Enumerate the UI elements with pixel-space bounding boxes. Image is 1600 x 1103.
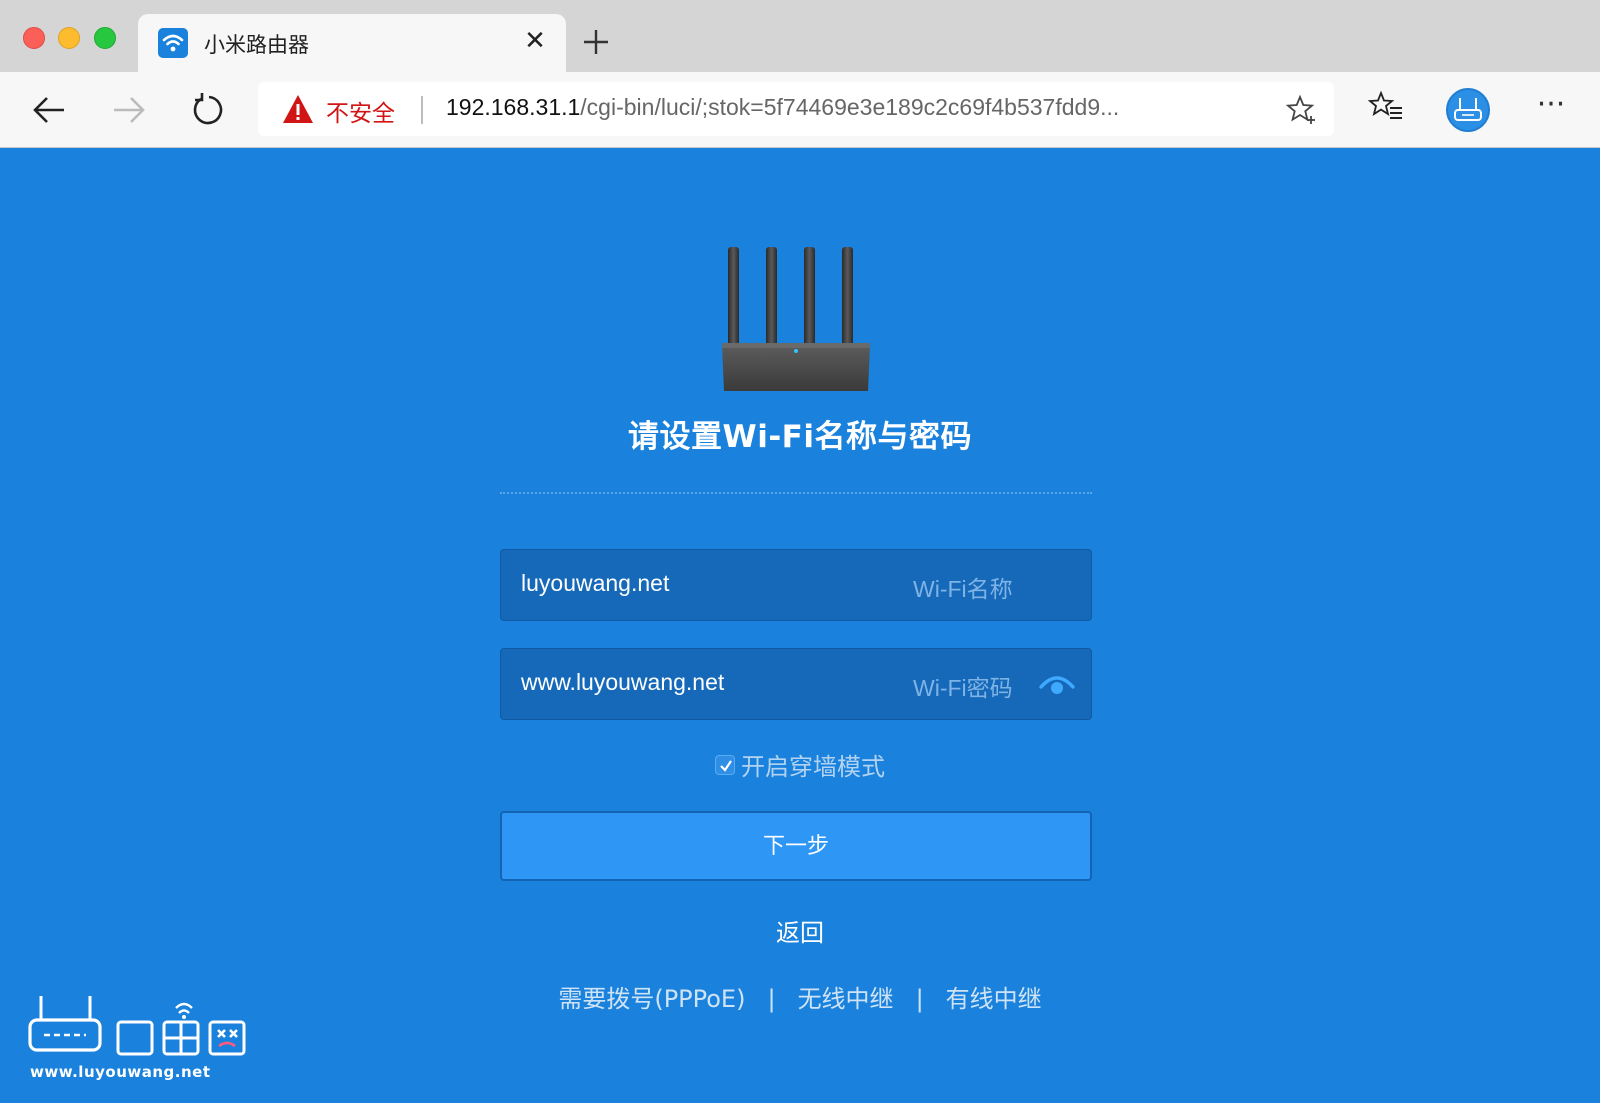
wall-mode-checkbox[interactable] <box>715 754 735 775</box>
wifi-name-label: Wi-Fi名称 <box>913 576 1013 602</box>
window-close-button[interactable] <box>23 27 45 49</box>
title-divider <box>500 492 1092 494</box>
security-status[interactable]: 不安全 <box>326 94 395 128</box>
tab-strip: 小米路由器 ✕ <box>0 0 1600 72</box>
tab-close-icon[interactable]: ✕ <box>520 26 550 56</box>
url-path: /cgi-bin/luci/;stok=5f74469e3e189c2c69f4… <box>580 94 1120 120</box>
browser-tab[interactable]: 小米路由器 ✕ <box>138 14 566 72</box>
url-text[interactable]: 192.168.31.1/cgi-bin/luci/;stok=5f74469e… <box>446 94 1251 121</box>
warning-icon <box>282 94 314 124</box>
wall-mode-row[interactable]: 开启穿墙模式 <box>0 747 1600 782</box>
wireless-relay-link[interactable]: 无线中继 <box>798 979 894 1014</box>
router-image <box>718 245 874 397</box>
wifi-favicon-icon <box>158 28 188 58</box>
wall-mode-label[interactable]: 开启穿墙模式 <box>741 747 885 782</box>
new-tab-icon[interactable] <box>578 24 614 60</box>
pppoe-link[interactable]: 需要拨号(PPPoE) <box>558 979 745 1014</box>
wifi-name-value: luyouwang.net <box>521 570 670 596</box>
forward-arrow-icon[interactable] <box>108 90 148 130</box>
wifi-password-value: www.luyouwang.net <box>521 669 725 695</box>
link-separator: | <box>915 985 924 1013</box>
page-title: 请设置Wi-Fi名称与密码 <box>628 419 972 455</box>
tab-title: 小米路由器 <box>204 33 309 57</box>
address-bar[interactable]: 不安全 192.168.31.1/cgi-bin/luci/;stok=5f74… <box>258 82 1334 136</box>
omnibox-divider <box>421 96 423 124</box>
back-link[interactable]: 返回 <box>0 913 1600 948</box>
wifi-password-label: Wi-Fi密码 <box>913 675 1013 701</box>
link-separator: | <box>767 985 776 1013</box>
eye-icon[interactable] <box>1039 671 1075 699</box>
wifi-password-field[interactable]: www.luyouwang.net Wi-Fi密码 <box>500 648 1092 720</box>
wired-relay-link[interactable]: 有线中继 <box>946 979 1042 1014</box>
star-add-icon[interactable] <box>1285 94 1318 126</box>
checkbox-check-icon <box>720 759 732 772</box>
window-minimize-button[interactable] <box>58 27 80 49</box>
refresh-icon[interactable] <box>187 90 227 130</box>
favorites-icon[interactable] <box>1367 90 1404 124</box>
router-setup-page: 请设置Wi-Fi名称与密码 luyouwang.net Wi-Fi名称 www.… <box>0 149 1600 1103</box>
url-host: 192.168.31.1 <box>446 94 581 120</box>
watermark-url: www.luyouwang.net <box>30 1063 211 1081</box>
next-button[interactable]: 下一步 <box>500 811 1092 881</box>
back-arrow-icon[interactable] <box>30 90 70 130</box>
window-maximize-button[interactable] <box>94 27 116 49</box>
more-icon[interactable]: ··· <box>1536 90 1566 124</box>
router-profile-icon[interactable] <box>1446 88 1490 132</box>
wifi-name-field[interactable]: luyouwang.net Wi-Fi名称 <box>500 549 1092 621</box>
browser-toolbar: 不安全 192.168.31.1/cgi-bin/luci/;stok=5f74… <box>0 72 1600 148</box>
